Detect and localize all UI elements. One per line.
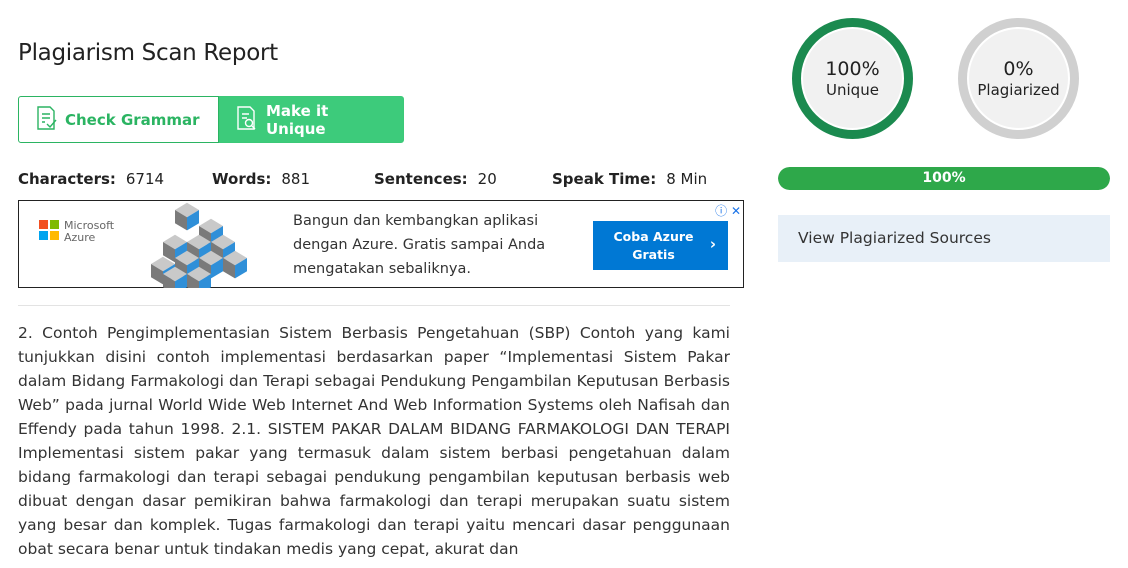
doc-search-icon [234,105,260,135]
unique-percent: 100% [825,57,880,80]
words-stat: Words: 881 [212,170,310,188]
microsoft-azure-logo: Microsoft Azure [39,220,114,244]
characters-label: Characters: [18,170,116,188]
progress-fill: 100% [778,167,1110,190]
view-plagiarized-sources-button[interactable]: View Plagiarized Sources [778,215,1110,262]
plagiarized-label: Plagiarized [977,80,1060,99]
make-unique-button[interactable]: Make it Unique [219,96,404,143]
characters-stat: Characters: 6714 [18,170,164,188]
coba-azure-button[interactable]: Coba Azure Gratis › [593,221,728,270]
grammar-doc-icon [33,105,59,135]
plagiarized-score-circle: 0% Plagiarized [958,18,1079,139]
azure-ad-banner[interactable]: Microsoft Azure Bangun dan kembangkan ap… [18,200,744,295]
speak-time-label: Speak Time: [552,170,657,188]
speak-time-stat: Speak Time: 8 Min [552,170,707,188]
unique-label: Unique [826,80,879,99]
words-value: 881 [281,170,311,188]
ad-text: Bangun dan kembangkan aplikasi dengan Az… [293,213,546,277]
plagiarized-percent: 0% [1003,57,1034,80]
sentences-label: Sentences: [374,170,468,188]
cubes-illustration-icon [143,202,263,295]
sentences-stat: Sentences: 20 [374,170,497,188]
check-grammar-button[interactable]: Check Grammar [18,96,219,143]
unique-score-circle: 100% Unique [792,18,913,139]
microsoft-logo-icon [39,220,59,240]
cta-line2: Gratis [632,246,675,262]
cta-line1: Coba Azure [613,228,694,244]
sentences-value: 20 [477,170,497,188]
view-sources-label: View Plagiarized Sources [798,229,991,247]
chevron-right-icon: › [709,235,716,253]
adchoices-icon[interactable]: ⓘ ✕ [715,202,741,219]
ad-brand-line2: Azure [64,231,96,244]
check-grammar-label: Check Grammar [65,110,200,129]
scanned-text: 2. Contoh Pengimplementasian Sistem Berb… [18,324,730,558]
uniqueness-progress-bar: 100% [778,167,1110,190]
words-label: Words: [212,170,272,188]
page-title: Plagiarism Scan Report [18,40,278,66]
divider [18,305,730,306]
make-unique-label: Make it Unique [266,101,329,138]
characters-value: 6714 [125,170,165,188]
action-buttons: Check Grammar Make it Unique [18,96,404,145]
speak-time-value: 8 Min [666,170,708,188]
